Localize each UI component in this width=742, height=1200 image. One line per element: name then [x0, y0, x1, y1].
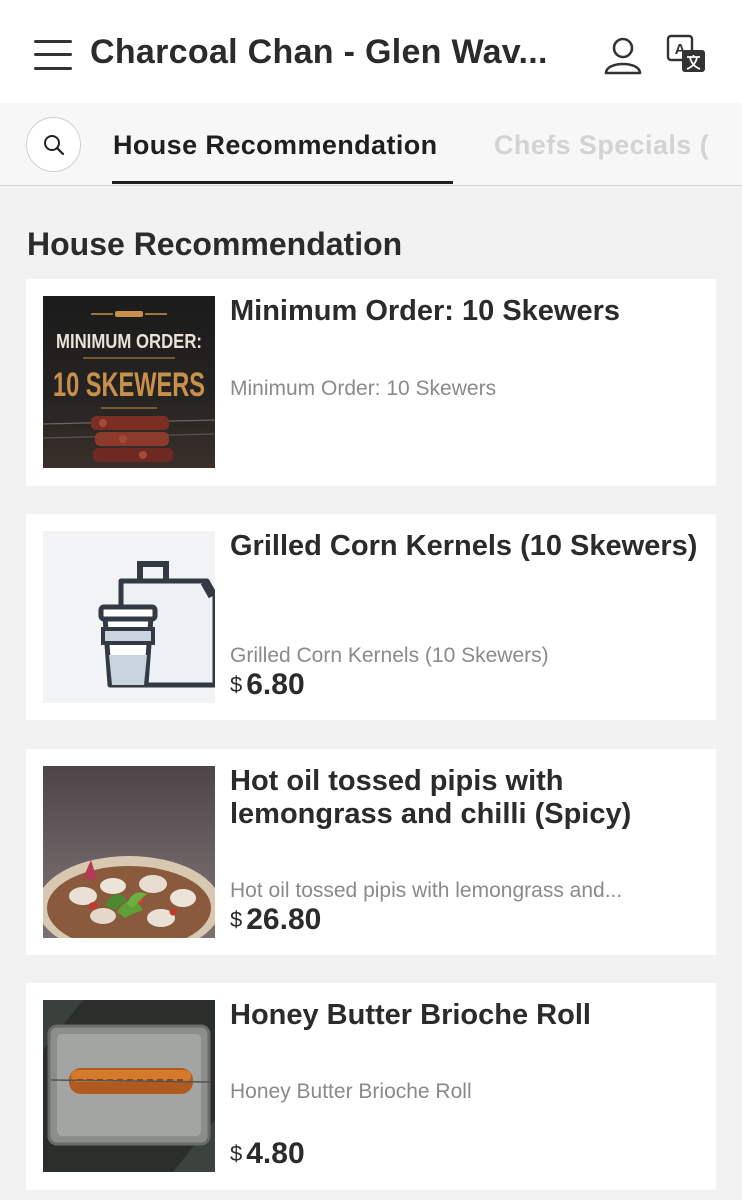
item-name: Minimum Order: 10 Skewers [230, 295, 621, 327]
item-name: Grilled Corn Kernels (10 Skewers) [230, 530, 698, 562]
item-name: Honey Butter Brioche Roll [230, 999, 591, 1031]
item-price: $6.80 [230, 668, 305, 702]
tab-house-recommendation[interactable]: House Recommendation [113, 130, 438, 161]
currency-symbol: $ [230, 907, 243, 932]
search-icon[interactable] [26, 117, 81, 172]
menu-item-card[interactable]: MINIMUM ORDER: 10 SKEWERS Minimum Order:… [26, 279, 716, 486]
currency-symbol: $ [230, 1141, 243, 1166]
price-value: 6.80 [246, 668, 305, 701]
category-tabs: House Recommendation Chefs Specials ( [0, 103, 742, 186]
tab-chefs-specials[interactable]: Chefs Specials ( [494, 130, 716, 161]
active-tab-indicator [112, 181, 453, 184]
item-description: Hot oil tossed pipis with lemongrass and… [230, 879, 623, 902]
svg-text:10 SKEWERS: 10 SKEWERS [53, 366, 205, 404]
item-description: Honey Butter Brioche Roll [230, 1080, 472, 1103]
menu-item-card[interactable]: Grilled Corn Kernels (10 Skewers) Grille… [26, 514, 716, 720]
item-price: $26.80 [230, 903, 321, 937]
translate-icon[interactable]: A [666, 34, 708, 74]
item-description: Minimum Order: 10 Skewers [230, 377, 497, 400]
item-image: MINIMUM ORDER: 10 SKEWERS [43, 296, 215, 468]
menu-item-card[interactable]: Hot oil tossed pipis with lemongrass and… [26, 749, 716, 955]
svg-text:MINIMUM ORDER:: MINIMUM ORDER: [56, 331, 202, 353]
page-title: Charcoal Chan - Glen Wav... [90, 33, 548, 71]
takeaway-bag-cup-icon [43, 531, 215, 703]
item-price: $4.80 [230, 1137, 305, 1171]
section-title: House Recommendation [27, 226, 403, 262]
app-header: Charcoal Chan - Glen Wav... A [0, 0, 742, 103]
price-value: 4.80 [246, 1137, 305, 1170]
item-image [43, 766, 215, 938]
price-value: 26.80 [246, 903, 322, 936]
item-image [43, 1000, 215, 1172]
hamburger-menu-icon[interactable] [34, 38, 72, 72]
currency-symbol: $ [230, 672, 243, 697]
user-icon[interactable] [602, 36, 644, 76]
item-description: Grilled Corn Kernels (10 Skewers) [230, 644, 549, 667]
item-name: Hot oil tossed pipis with lemongrass and… [230, 765, 632, 830]
menu-item-card[interactable]: Honey Butter Brioche Roll Honey Butter B… [26, 983, 716, 1190]
